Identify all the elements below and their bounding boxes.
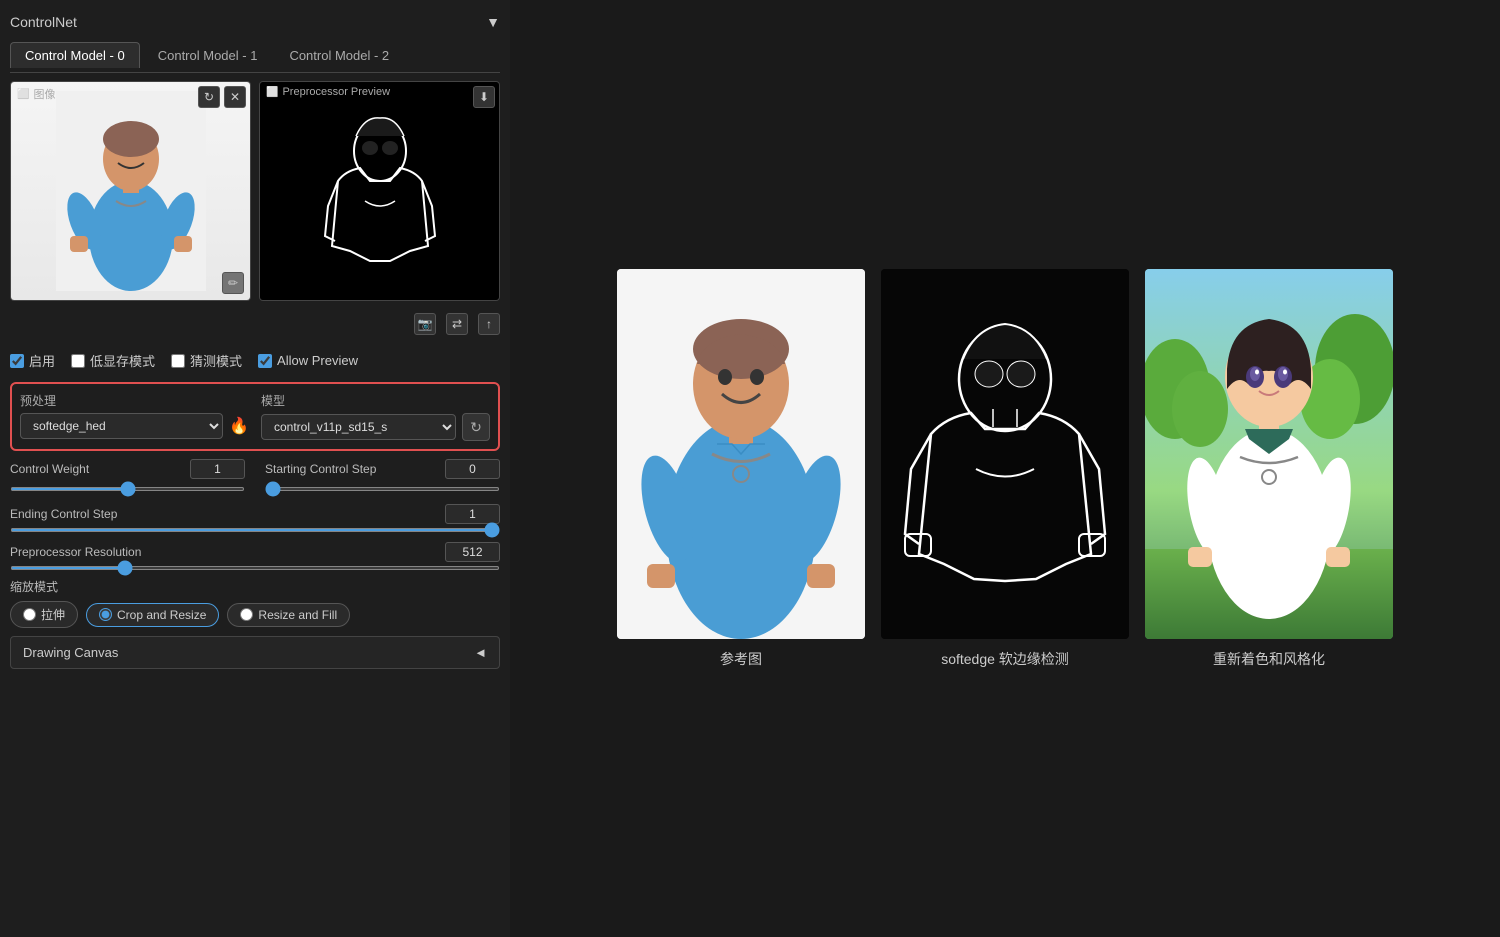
resolution-value[interactable] [445,542,500,562]
preprocessor-select-row: softedge_hed 🔥 [20,413,249,439]
panel-title: ControlNet [10,14,77,30]
low-vram-checkbox[interactable]: 低显存模式 [71,351,155,370]
ending-step-header: Ending Control Step [10,504,500,524]
right-panel: 参考图 [510,0,1500,937]
tab-control-model-0[interactable]: Control Model - 0 [10,42,140,68]
output-images: 参考图 [617,269,1393,669]
anime-svg [1145,269,1393,639]
scale-mode-section: 缩放模式 拉伸 Crop and Resize Resize and Fill [10,578,500,628]
model-refresh-btn[interactable]: ↻ [462,413,490,441]
edge-preview [260,82,499,300]
scale-mode-label: 缩放模式 [10,578,500,595]
control-weight-slider[interactable] [10,487,245,491]
output-image-2: softedge 软边缘检测 [881,269,1129,669]
drawing-canvas-collapse[interactable]: ◄ [474,645,487,660]
edit-image-btn[interactable]: ✏ [222,272,244,294]
preprocessor-group: 预处理 softedge_hed 🔥 [20,392,249,441]
output-label-1: 参考图 [720,649,762,669]
edge-detection-photo [881,269,1129,639]
nurse-svg [56,91,206,291]
anime-photo [1145,269,1393,639]
tab-control-model-1[interactable]: Control Model - 1 [144,42,272,68]
scale-crop-resize[interactable]: Crop and Resize [86,603,219,627]
control-weight-item: Control Weight [10,459,245,494]
refresh-input-btn[interactable]: ↻ [198,86,220,108]
image-row: ⬜ 图像 ↻ ✕ [10,81,500,301]
close-input-btn[interactable]: ✕ [224,86,246,108]
preprocessor-label: 预处理 [20,392,249,409]
model-group: 模型 control_v11p_sd15_s ↻ [261,392,490,441]
drawing-canvas-label: Drawing Canvas [23,645,118,660]
model-row: 预处理 softedge_hed 🔥 模型 control_v11p_sd15_… [10,382,500,451]
nurse-photo: ✏ [11,82,250,300]
starting-step-slider[interactable] [265,487,500,491]
reference-nurse-photo [617,269,865,639]
preprocessor-preview-box: ⬜ Preprocessor Preview ⬇ [259,81,500,301]
enable-checkbox[interactable]: 启用 [10,351,55,370]
ref-nurse-svg [617,269,865,639]
edge-large-svg [881,269,1129,639]
resolution-slider[interactable] [10,566,500,570]
input-image-controls: ↻ ✕ [198,86,246,108]
scale-resize-fill[interactable]: Resize and Fill [227,603,350,627]
input-image-label: ⬜ 图像 [17,86,55,102]
scale-mode-radio-group: 拉伸 Crop and Resize Resize and Fill [10,601,500,628]
resolution-header: Preprocessor Resolution [10,542,500,562]
ending-step-label: Ending Control Step [10,507,117,521]
control-weight-header: Control Weight [10,459,245,479]
starting-step-item: Starting Control Step [265,459,500,494]
output-label-2: softedge 软边缘检测 [941,649,1069,669]
model-select-row: control_v11p_sd15_s ↻ [261,413,490,441]
resolution-label: Preprocessor Resolution [10,545,141,559]
ending-step-row: Ending Control Step [10,504,500,532]
preprocessor-preview-label: ⬜ Preprocessor Preview [266,86,390,98]
ending-step-slider[interactable] [10,528,500,532]
reference-photo [617,269,865,639]
scale-stretch[interactable]: 拉伸 [10,601,78,628]
starting-step-label: Starting Control Step [265,462,376,476]
resolution-row: Preprocessor Resolution [10,542,500,570]
output-label-3: 重新着色和风格化 [1213,649,1325,669]
preview-image-controls: ⬇ [473,86,495,108]
tools-row: 📷 ⇄ ↑ [10,309,500,339]
drawing-canvas-row[interactable]: Drawing Canvas ◄ [10,636,500,669]
weight-step-row: Control Weight Starting Control Step [10,459,500,494]
starting-step-header: Starting Control Step [265,459,500,479]
edge-svg [310,96,450,286]
model-label: 模型 [261,392,490,409]
download-preview-btn[interactable]: ⬇ [473,86,495,108]
fire-icon: 🔥 [229,416,249,436]
collapse-icon[interactable]: ▼ [486,14,500,30]
camera-icon-btn[interactable]: 📷 [414,313,436,335]
model-tabs: Control Model - 0 Control Model - 1 Cont… [10,42,500,73]
allow-preview-checkbox[interactable]: Allow Preview [258,353,358,368]
preprocessor-select[interactable]: softedge_hed [20,413,223,439]
model-select[interactable]: control_v11p_sd15_s [261,414,456,440]
control-weight-value[interactable] [190,459,245,479]
checkboxes-row: 启用 低显存模式 猜测模式 Allow Preview [10,347,500,374]
control-net-panel: ControlNet ▼ Control Model - 0 Control M… [0,0,510,937]
upload-icon-btn[interactable]: ↑ [478,313,500,335]
starting-step-value[interactable] [445,459,500,479]
tab-control-model-2[interactable]: Control Model - 2 [275,42,403,68]
swap-icon-btn[interactable]: ⇄ [446,313,468,335]
control-weight-label: Control Weight [10,462,89,476]
edge-detection-large [881,269,1129,639]
anime-illustration [1145,269,1393,639]
input-image-box[interactable]: ⬜ 图像 ↻ ✕ [10,81,251,301]
ending-step-value[interactable] [445,504,500,524]
sliders-section: Control Weight Starting Control Step End… [10,459,500,570]
guess-mode-checkbox[interactable]: 猜测模式 [171,351,242,370]
output-image-1: 参考图 [617,269,865,669]
panel-header: ControlNet ▼ [10,10,500,34]
output-image-3: 重新着色和风格化 [1145,269,1393,669]
